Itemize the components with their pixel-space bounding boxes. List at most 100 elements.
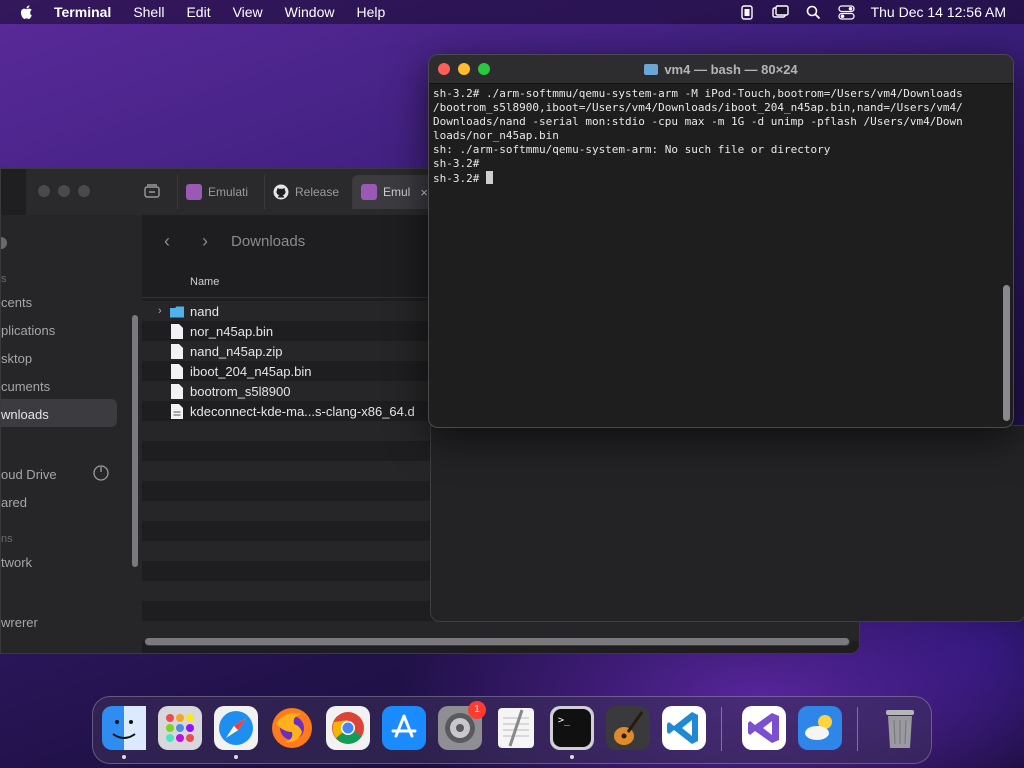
file-name: iboot_204_n45ap.bin	[190, 363, 312, 379]
emulator-tab-icon	[186, 184, 202, 200]
browser-tab-3-active[interactable]: Emul ×	[352, 175, 437, 209]
back-button[interactable]: ‹	[164, 231, 170, 252]
terminal-line: loads/nor_n45ap.bin	[433, 129, 559, 142]
document-icon	[171, 404, 183, 419]
file-name: nor_n45ap.bin	[190, 323, 274, 339]
sidebar-scrollbar[interactable]	[132, 315, 138, 567]
app-store-icon[interactable]	[382, 706, 426, 750]
menu-window[interactable]: Window	[285, 4, 335, 20]
dock: 1 >_	[92, 696, 932, 764]
menu-view[interactable]: View	[233, 4, 263, 20]
sidebar-item-shared[interactable]: ared	[1, 495, 27, 510]
terminal-line: /bootrom_s5l8900,iboot=/Users/vm4/Downlo…	[433, 101, 963, 114]
tab-overview-icon[interactable]	[144, 183, 160, 199]
close-window-button[interactable]	[38, 185, 50, 197]
file-name: nand_n45ap.zip	[190, 343, 283, 359]
terminal-line: Downloads/nand -serial mon:stdio -cpu ma…	[433, 115, 963, 128]
scrollbar-thumb[interactable]	[145, 638, 849, 645]
menu-edit[interactable]: Edit	[186, 4, 210, 20]
dock-separator	[721, 707, 722, 751]
menu-clock[interactable]: Thu Dec 14 12:56 AM	[871, 4, 1006, 20]
background-window	[430, 425, 1024, 622]
zoom-window-button[interactable]	[78, 185, 90, 197]
textedit-icon[interactable]	[494, 706, 538, 750]
chrome-icon[interactable]	[326, 706, 370, 750]
launchpad-icon[interactable]	[158, 706, 202, 750]
folder-icon	[644, 64, 659, 75]
menu-bar: Terminal Shell Edit View Window Help Thu…	[0, 0, 1024, 24]
terminal-scrollbar[interactable]	[1003, 285, 1010, 421]
spotlight-search-icon[interactable]	[805, 5, 822, 20]
browser-tab-2[interactable]: Release	[264, 175, 351, 209]
column-name-label[interactable]: Name	[190, 276, 219, 288]
terminal-window: vm4 — bash — 80×24 sh-3.2# ./arm-softmmu…	[428, 54, 1014, 428]
terminal-icon[interactable]: >_	[550, 706, 594, 750]
sidebar-item-recents[interactable]: cents	[1, 295, 32, 310]
file-icon	[171, 384, 183, 399]
icloud-progress-icon	[93, 465, 109, 481]
terminal-line: sh-3.2# ./arm-softmmu/qemu-system-arm -M…	[433, 87, 963, 100]
terminal-cursor	[485, 171, 493, 184]
sidebar-section-locations: ns	[1, 533, 13, 545]
terminal-prompt: sh-3.2#	[433, 172, 486, 185]
sidebar-item-downloads[interactable]: wnloads	[1, 407, 49, 422]
minimize-window-button[interactable]	[58, 185, 70, 197]
tab-label: Release	[295, 185, 340, 199]
close-tab-icon[interactable]: ×	[420, 185, 428, 200]
dock-separator	[857, 707, 858, 751]
menu-app-name[interactable]: Terminal	[54, 4, 111, 20]
firefox-icon[interactable]	[270, 706, 314, 750]
apple-menu-icon[interactable]	[18, 3, 36, 21]
running-indicator	[234, 755, 238, 759]
terminal-title-text: vm4 — bash — 80×24	[664, 62, 798, 77]
terminal-titlebar[interactable]: vm4 — bash — 80×24	[429, 55, 1013, 84]
vscode-icon[interactable]	[662, 706, 706, 750]
running-indicator	[122, 755, 126, 759]
disclosure-chevron-icon[interactable]: ›	[158, 305, 162, 317]
emulator-tab-icon	[361, 184, 377, 200]
forward-button[interactable]: ›	[202, 231, 208, 252]
folder-title: Downloads	[231, 233, 306, 250]
menu-shell[interactable]: Shell	[133, 4, 164, 20]
sidebar-item-icloud-drive[interactable]: oud Drive	[1, 467, 57, 482]
battery-icon[interactable]	[739, 4, 756, 20]
garageband-icon[interactable]	[606, 706, 650, 750]
terminal-title: vm4 — bash — 80×24	[429, 62, 1013, 77]
sidebar-item-desktop[interactable]: sktop	[1, 351, 32, 366]
horizontal-scrollbar[interactable]	[145, 638, 850, 646]
menu-help[interactable]: Help	[356, 4, 385, 20]
tab-label: Emul	[383, 185, 411, 199]
sidebar-item-applications[interactable]: plications	[1, 323, 55, 338]
control-center-icon[interactable]	[837, 4, 855, 20]
file-name: nand	[190, 303, 219, 319]
svg-text:>_: >_	[558, 715, 571, 726]
visual-studio-icon[interactable]	[742, 706, 786, 750]
screen-mirroring-icon[interactable]	[771, 4, 789, 20]
sidebar-item-network[interactable]: twork	[1, 555, 32, 570]
trash-icon[interactable]	[878, 706, 922, 750]
sidebar-toggle-icon[interactable]	[0, 236, 13, 250]
weather-icon[interactable]	[798, 706, 842, 750]
github-icon	[273, 184, 289, 200]
file-icon	[171, 324, 183, 339]
sidebar-item-documents[interactable]: cuments	[1, 379, 50, 394]
file-name: bootrom_s5l8900	[190, 383, 291, 399]
window-controls	[38, 185, 90, 197]
folder-icon	[170, 306, 184, 318]
safari-icon[interactable]	[214, 706, 258, 750]
terminal-line: sh-3.2#	[433, 157, 480, 170]
file-name: kdeconnect-kde-ma...s-clang-x86_64.d	[190, 403, 415, 419]
finder-icon[interactable]	[102, 706, 146, 750]
terminal-output[interactable]: sh-3.2# ./arm-softmmu/qemu-system-arm -M…	[433, 87, 995, 186]
browser-tab-1[interactable]: Emulati	[177, 175, 264, 209]
notification-badge: 1	[468, 701, 486, 719]
terminal-prompt-line: sh-3.2#	[433, 171, 995, 186]
sidebar-section-favorites: s	[1, 273, 7, 285]
file-icon	[171, 364, 183, 379]
running-indicator	[570, 755, 574, 759]
system-preferences-icon[interactable]: 1	[438, 701, 486, 750]
terminal-line: sh: ./arm-softmmu/qemu-system-arm: No su…	[433, 143, 831, 156]
file-icon	[171, 344, 183, 359]
finder-sidebar: s cents plications sktop cuments wnloads…	[1, 215, 142, 653]
sidebar-item-user[interactable]: wrerer	[1, 615, 38, 630]
